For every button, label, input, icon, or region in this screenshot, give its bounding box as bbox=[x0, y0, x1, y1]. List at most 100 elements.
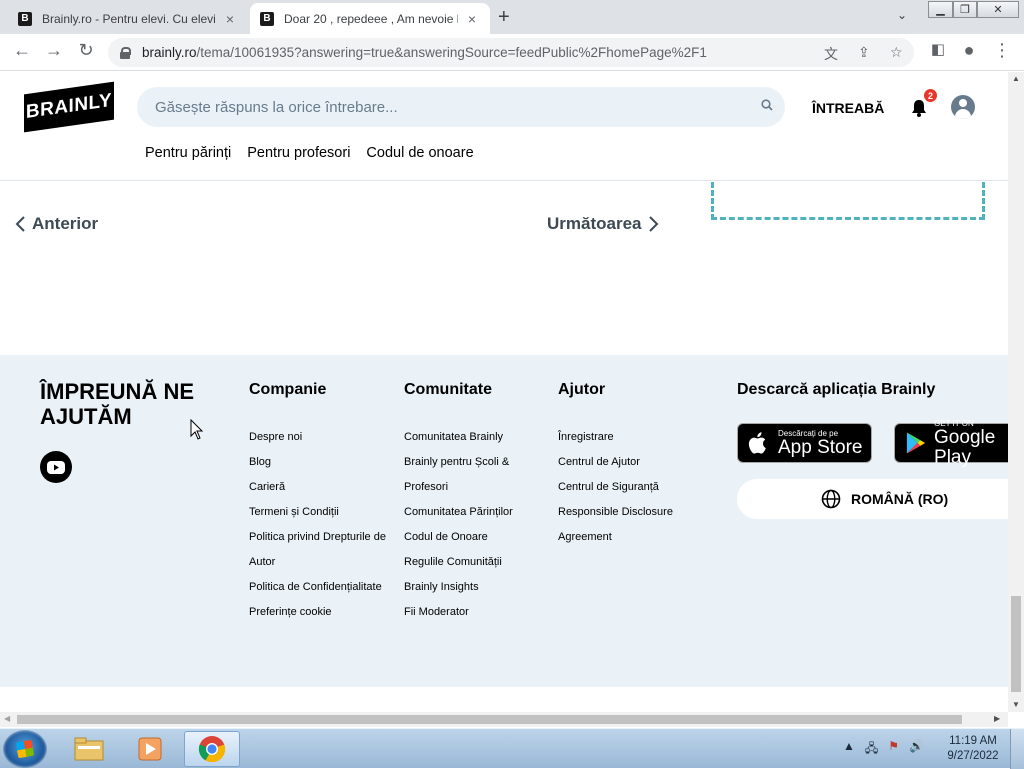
windows-taskbar: ▲ 🖧 ⚑ 🔊 11:19 AM 9/27/2022 bbox=[0, 728, 1024, 769]
footer-link[interactable]: Politica privind Drepturile de Autor bbox=[249, 525, 399, 575]
column-title: Companie bbox=[249, 381, 327, 398]
download-app-title: Descarcă aplicația Brainly bbox=[737, 381, 936, 398]
site-footer: ÎMPREUNĂ NE AJUTĂM Companie Despre noi B… bbox=[0, 355, 1008, 687]
menu-kebab-icon[interactable]: ⋮ bbox=[990, 40, 1014, 61]
file-explorer-taskbar-icon[interactable] bbox=[61, 731, 117, 767]
footer-link[interactable]: Termeni și Condiții bbox=[249, 500, 399, 525]
tab-strip: B Brainly.ro - Pentru elevi. Cu elevi. ×… bbox=[0, 0, 1024, 34]
footer-link[interactable]: Preferințe cookie bbox=[249, 600, 399, 625]
horizontal-scrollbar[interactable]: ◀ ▶ bbox=[0, 712, 1008, 727]
next-question-link[interactable]: Următoarea bbox=[547, 214, 660, 234]
tray-expand-icon[interactable]: ▲ bbox=[843, 739, 855, 760]
column-title: Comunitate bbox=[404, 381, 492, 398]
bookmark-star-icon[interactable]: ☆ bbox=[890, 44, 903, 61]
footer-link[interactable]: Carieră bbox=[249, 475, 399, 500]
notification-count-badge: 2 bbox=[923, 88, 938, 103]
close-tab-icon[interactable]: × bbox=[222, 11, 238, 27]
ad-placeholder-box bbox=[711, 182, 985, 220]
header-divider bbox=[0, 180, 1008, 181]
chevron-left-icon bbox=[15, 216, 25, 232]
footer-link[interactable]: Centrul de Ajutor bbox=[558, 450, 708, 475]
language-selector-button[interactable]: ROMÂNĂ (RO) bbox=[737, 479, 1008, 519]
user-avatar[interactable] bbox=[951, 95, 975, 119]
vertical-scrollbar[interactable]: ▲ ▼ bbox=[1008, 72, 1024, 712]
scroll-right-arrow-icon[interactable]: ▶ bbox=[994, 714, 1000, 723]
taskbar-clock[interactable]: 11:19 AM 9/27/2022 bbox=[945, 734, 1001, 764]
back-arrow-icon[interactable]: ← bbox=[10, 40, 34, 61]
nav-link-honor-code[interactable]: Codul de onoare bbox=[366, 145, 473, 161]
horizontal-scroll-thumb[interactable] bbox=[17, 715, 962, 724]
youtube-icon[interactable] bbox=[40, 451, 72, 483]
lock-icon[interactable] bbox=[120, 46, 131, 59]
footer-column-company: Companie Despre noi Blog Carieră Termeni… bbox=[249, 381, 399, 625]
minimize-button[interactable]: ▁ bbox=[928, 1, 953, 18]
footer-link[interactable]: Brainly Insights bbox=[404, 575, 554, 600]
nav-link-teachers[interactable]: Pentru profesori bbox=[247, 145, 350, 161]
footer-link[interactable]: Centrul de Siguranță bbox=[558, 475, 708, 500]
restore-button[interactable]: ❐ bbox=[953, 1, 977, 18]
start-button[interactable] bbox=[3, 730, 47, 768]
google-play-big-text: Google Play bbox=[934, 426, 996, 468]
footer-link[interactable]: Codul de Onoare bbox=[404, 525, 554, 550]
browser-tab-2-active[interactable]: B Doar 20 , repedeee , Am nevoie l × bbox=[250, 3, 490, 34]
web-page: BRAINLY ÎNTREABĂ 2 Pentru părinți Pentru… bbox=[0, 72, 1008, 712]
search-icon[interactable] bbox=[761, 99, 773, 111]
scroll-down-arrow-icon[interactable]: ▼ bbox=[1012, 700, 1020, 709]
footer-link[interactable]: Despre noi bbox=[249, 425, 399, 450]
scroll-up-arrow-icon[interactable]: ▲ bbox=[1012, 74, 1020, 83]
scroll-left-arrow-icon[interactable]: ◀ bbox=[4, 714, 10, 723]
action-center-flag-icon[interactable]: ⚑ bbox=[888, 739, 899, 760]
nav-link-parents[interactable]: Pentru părinți bbox=[145, 145, 231, 161]
previous-question-link[interactable]: Anterior bbox=[14, 214, 98, 234]
language-label: ROMÂNĂ (RO) bbox=[851, 491, 949, 507]
forward-arrow-icon[interactable]: → bbox=[42, 40, 66, 61]
google-play-icon bbox=[906, 432, 926, 454]
close-window-button[interactable]: ✕ bbox=[977, 1, 1019, 18]
clock-time: 11:19 AM bbox=[949, 735, 997, 747]
footer-link[interactable]: Blog bbox=[249, 450, 399, 475]
footer-column-community: Comunitate Comunitatea Brainly Brainly p… bbox=[404, 381, 554, 625]
footer-link[interactable]: Politica de Confidențialitate bbox=[249, 575, 399, 600]
footer-link[interactable]: Responsible Disclosure Agreement bbox=[558, 500, 708, 550]
footer-column-help: Ajutor Înregistrare Centrul de Ajutor Ce… bbox=[558, 381, 708, 550]
close-tab-icon[interactable]: × bbox=[464, 11, 480, 27]
vertical-scroll-thumb[interactable] bbox=[1011, 596, 1021, 692]
brainly-favicon-icon: B bbox=[18, 11, 32, 26]
footer-link[interactable]: Comunitatea Brainly bbox=[404, 425, 554, 450]
chrome-taskbar-icon[interactable] bbox=[184, 731, 240, 767]
brainly-favicon-icon: B bbox=[260, 11, 274, 26]
app-store-button[interactable]: Descărcați de pe App Store bbox=[737, 423, 872, 463]
footer-link[interactable]: Fii Moderator bbox=[404, 600, 554, 625]
address-bar[interactable]: brainly.ro/tema/10061935?answering=true&… bbox=[108, 38, 914, 67]
side-panel-icon[interactable]: ◧ bbox=[926, 40, 950, 58]
footer-link[interactable]: Brainly pentru Școli & Profesori bbox=[404, 450, 554, 500]
browser-tab-1[interactable]: B Brainly.ro - Pentru elevi. Cu elevi. × bbox=[8, 3, 248, 34]
mouse-cursor-icon bbox=[190, 419, 204, 440]
brainly-logo[interactable]: BRAINLY bbox=[24, 81, 114, 133]
next-label: Următoarea bbox=[547, 214, 642, 233]
show-desktop-button[interactable] bbox=[1010, 729, 1024, 769]
media-player-taskbar-icon[interactable] bbox=[122, 731, 178, 767]
search-input[interactable] bbox=[155, 98, 745, 116]
column-title: Ajutor bbox=[558, 381, 606, 398]
volume-icon[interactable]: 🔊 bbox=[909, 739, 924, 760]
url-text[interactable]: brainly.ro/tema/10061935?answering=true&… bbox=[142, 45, 802, 60]
translate-icon[interactable]: 文 bbox=[824, 44, 838, 64]
network-icon[interactable]: 🖧 bbox=[865, 739, 878, 760]
google-play-button[interactable]: GET IT ON Google Play bbox=[894, 419, 1008, 467]
clock-date: 9/27/2022 bbox=[947, 750, 999, 762]
previous-label: Anterior bbox=[32, 214, 99, 233]
profile-icon[interactable]: ● bbox=[957, 40, 981, 61]
ask-question-button[interactable]: ÎNTREABĂ bbox=[812, 100, 884, 116]
chevron-right-icon bbox=[648, 216, 658, 232]
footer-link[interactable]: Înregistrare bbox=[558, 425, 708, 450]
footer-link[interactable]: Regulile Comunității bbox=[404, 550, 554, 575]
tab-title: Doar 20 , repedeee , Am nevoie l bbox=[284, 11, 458, 26]
new-tab-button[interactable]: + bbox=[498, 6, 510, 29]
search-bar[interactable] bbox=[137, 87, 785, 127]
share-icon[interactable]: ⇪ bbox=[858, 44, 870, 61]
footer-link[interactable]: Comunitatea Părinților bbox=[404, 500, 554, 525]
tab-search-icon[interactable]: ⌄ bbox=[897, 8, 907, 22]
globe-icon bbox=[821, 489, 841, 509]
reload-icon[interactable]: ↻ bbox=[74, 40, 98, 61]
